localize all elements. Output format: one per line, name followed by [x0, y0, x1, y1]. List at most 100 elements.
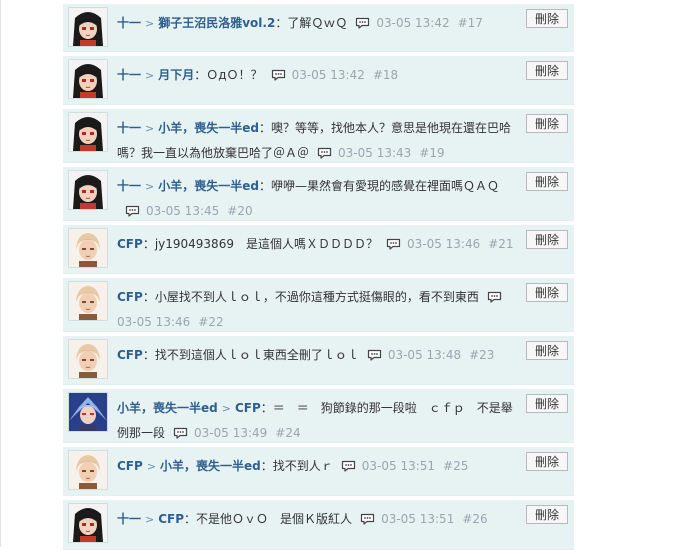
comment-time: 03-05 13:43: [338, 146, 412, 160]
reply-arrow-icon: >: [145, 122, 155, 135]
comment-time: 03-05 13:51: [381, 512, 455, 526]
username-link[interactable]: 月下月: [158, 68, 194, 82]
comment-text: ：咿咿—果然會有愛現的感覺在裡面嗎ＱＡＱ: [258, 179, 499, 193]
page-frame: 十一 > 獅子王沼民洛雅vol.2：了解ＱｗＱ 03-05 13:42 #17 刪除 十一 >…: [0, 0, 693, 550]
dark-hair-girl-avatar[interactable]: [68, 112, 108, 152]
floor-number: #20: [227, 204, 253, 218]
reply-bubble-icon[interactable]: [378, 237, 407, 251]
reply-bubble-icon[interactable]: [309, 146, 338, 160]
username-link[interactable]: CFP: [117, 348, 143, 362]
comment-row: CFP：小屋找不到人ｌｏｌ，不過你這種方式挺傷眼的，看不到東西 03-05 13:…: [63, 278, 574, 332]
reply-arrow-icon: >: [145, 69, 155, 82]
username-link[interactable]: 小羊，喪失一半ed: [117, 401, 218, 415]
comment-body: CFP：找不到這個人ｌｏｌ東西全刪了ｌｏｌ 03-05 13:48 #23: [117, 343, 517, 368]
comment-text: ：不是他ＯｖＯ 是個Ｋ版紅人: [184, 512, 353, 526]
reply-arrow-icon: >: [145, 17, 155, 30]
reply-arrow-icon: >: [145, 180, 155, 193]
comment-row: 小羊，喪失一半ed > CFP：＝ ＝ 狗節錄的那一段啦 ｃｆｐ 不是舉例那一段 03…: [63, 389, 574, 443]
username-link[interactable]: CFP: [117, 237, 143, 251]
comment-text: ：jy190493869 是這個人嗎ＸＤＤＤＤ？: [142, 237, 378, 251]
blue-hair-elf-avatar[interactable]: [68, 392, 108, 432]
username-link[interactable]: 小羊，喪失一半ed: [158, 179, 259, 193]
comment-body: CFP：jy190493869 是這個人嗎ＸＤＤＤＤ？ 03-05 13:46 #2…: [117, 232, 517, 257]
comment-time: 03-05 13:46: [406, 237, 481, 251]
reply-bubble-icon[interactable]: [333, 459, 362, 473]
comment-row: 十一 > 獅子王沼民洛雅vol.2：了解ＱｗＱ 03-05 13:42 #17 刪除: [63, 4, 574, 52]
delete-button[interactable]: 刪除: [526, 341, 568, 360]
floor-number: #19: [419, 146, 445, 160]
username-link[interactable]: 十一: [117, 16, 141, 30]
reply-arrow-icon: >: [145, 513, 155, 526]
username-link[interactable]: CFP: [158, 512, 184, 526]
dark-hair-girl-avatar[interactable]: [68, 59, 108, 99]
reply-arrow-icon: >: [146, 460, 157, 473]
comment-body: 十一 > 小羊，喪失一半ed：咿咿—果然會有愛現的感覺在裡面嗎ＱＡＱ 03-05 13…: [117, 174, 517, 224]
comment-text: ：了解ＱｗＱ: [275, 16, 348, 30]
delete-button[interactable]: 刪除: [526, 114, 568, 133]
comment-row: 十一 > 小羊，喪失一半ed：噢？等等，找他本人？意思是他現在還在巴哈嗎？我一直以為…: [63, 109, 574, 163]
comment-row: CFP：jy190493869 是這個人嗎ＸＤＤＤＤ？ 03-05 13:46 #2…: [63, 225, 574, 274]
username-link[interactable]: 十一: [117, 121, 141, 135]
username-link[interactable]: 小羊，喪失一半ed: [158, 121, 259, 135]
delete-button[interactable]: 刪除: [526, 505, 568, 524]
comment-body: 十一 > CFP：不是他ＯｖＯ 是個Ｋ版紅人 03-05 13:51 #26: [117, 507, 517, 532]
blond-boy-avatar[interactable]: [68, 228, 108, 268]
comment-time: 03-05 13:51: [361, 459, 436, 473]
comment-body: 十一 > 小羊，喪失一半ed：噢？等等，找他本人？意思是他現在還在巴哈嗎？我一直以為…: [117, 116, 517, 166]
floor-number: #22: [198, 315, 224, 329]
comment-list: 十一 > 獅子王沼民洛雅vol.2：了解ＱｗＱ 03-05 13:42 #17 刪除 十一 >…: [63, 4, 574, 554]
comment-time: 03-05 13:42: [376, 16, 450, 30]
comment-row: CFP：找不到這個人ｌｏｌ東西全刪了ｌｏｌ 03-05 13:48 #23 刪除: [63, 336, 574, 385]
comment-text: ：找不到這個人ｌｏｌ東西全刪了ｌｏｌ: [142, 348, 359, 362]
username-link[interactable]: CFP: [235, 401, 261, 415]
delete-button[interactable]: 刪除: [526, 9, 568, 28]
reply-bubble-icon[interactable]: [117, 204, 146, 218]
reply-bubble-icon[interactable]: [165, 426, 194, 440]
delete-button[interactable]: 刪除: [526, 283, 568, 302]
comment-text: ：小屋找不到人ｌｏｌ，不過你這種方式挺傷眼的，看不到東西: [142, 290, 479, 304]
comment-body: 十一 > 獅子王沼民洛雅vol.2：了解ＱｗＱ 03-05 13:42 #17: [117, 11, 517, 36]
reply-bubble-icon[interactable]: [479, 290, 508, 304]
blond-boy-avatar[interactable]: [68, 339, 108, 379]
floor-number: #23: [469, 348, 495, 362]
blond-boy-avatar[interactable]: [68, 281, 108, 321]
dark-hair-girl-avatar[interactable]: [68, 7, 108, 47]
delete-button[interactable]: 刪除: [526, 61, 568, 80]
reply-bubble-icon[interactable]: [347, 16, 376, 30]
comment-row: 十一 > CFP：不是他ＯｖＯ 是個Ｋ版紅人 03-05 13:51 #26 刪除: [63, 500, 574, 550]
username-link[interactable]: CFP: [117, 290, 143, 304]
comment-time: 03-05 13:48: [387, 348, 462, 362]
floor-number: #26: [462, 512, 488, 526]
blond-boy-avatar[interactable]: [68, 450, 108, 490]
comment-time: 03-05 13:42: [291, 68, 365, 82]
dark-hair-girl-avatar[interactable]: [68, 503, 108, 543]
reply-bubble-icon[interactable]: [263, 68, 292, 82]
reply-bubble-icon[interactable]: [352, 512, 381, 526]
floor-number: #17: [457, 16, 483, 30]
reply-bubble-icon[interactable]: [359, 348, 388, 362]
comment-time: 03-05 13:45: [146, 204, 220, 218]
floor-number: #25: [443, 459, 469, 473]
username-link[interactable]: 十一: [117, 68, 141, 82]
username-link[interactable]: CFP: [117, 459, 143, 473]
delete-button[interactable]: 刪除: [526, 230, 568, 249]
comment-row: 十一 > 月下月：ＯдＯ！？ 03-05 13:42 #18 刪除: [63, 56, 574, 105]
reply-arrow-icon: >: [221, 402, 231, 415]
floor-number: #18: [372, 68, 399, 82]
comment-body: CFP：小屋找不到人ｌｏｌ，不過你這種方式挺傷眼的，看不到東西 03-05 13:…: [117, 285, 517, 335]
delete-button[interactable]: 刪除: [526, 394, 568, 413]
dark-hair-girl-avatar[interactable]: [68, 170, 108, 210]
comment-body: CFP > 小羊，喪失一半ed：找不到人ｒ 03-05 13:51 #25: [117, 454, 517, 479]
username-link[interactable]: 小羊，喪失一半ed: [160, 459, 261, 473]
username-link[interactable]: 十一: [117, 179, 141, 193]
comment-text: ：ＯдＯ！？: [194, 68, 263, 82]
username-link[interactable]: 十一: [117, 512, 141, 526]
delete-button[interactable]: 刪除: [526, 172, 568, 191]
comment-time: 03-05 13:46: [117, 315, 191, 329]
comment-body: 十一 > 月下月：ＯдＯ！？ 03-05 13:42 #18: [117, 63, 517, 88]
comment-body: 小羊，喪失一半ed > CFP：＝ ＝ 狗節錄的那一段啦 ｃｆｐ 不是舉例那一段 03…: [117, 396, 517, 446]
comment-text: ：找不到人ｒ: [260, 459, 333, 473]
floor-number: #21: [488, 237, 514, 251]
delete-button[interactable]: 刪除: [526, 452, 568, 471]
username-link[interactable]: 獅子王沼民洛雅vol.2: [158, 16, 275, 30]
